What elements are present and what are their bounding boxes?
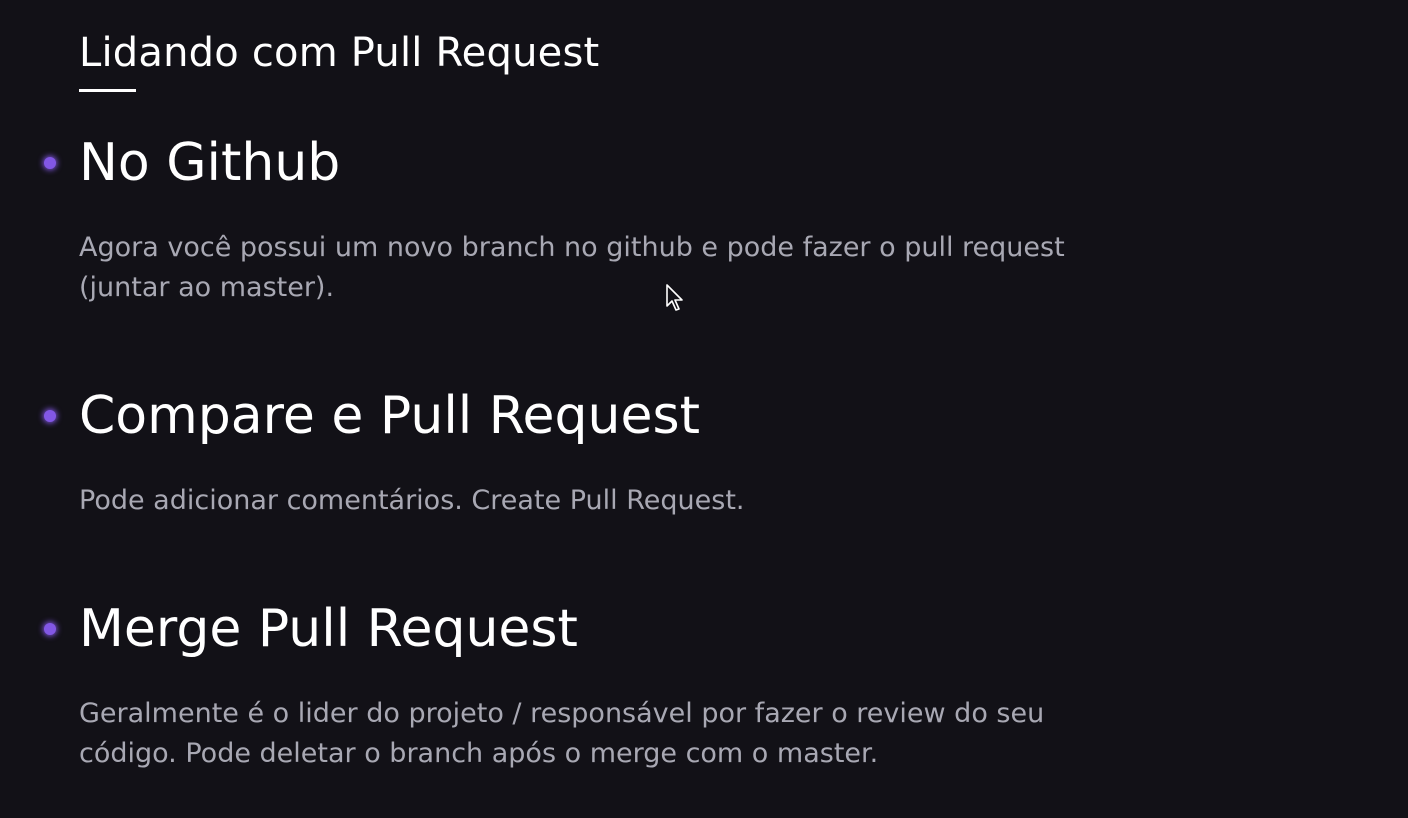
bullet-heading: No Github (79, 133, 341, 193)
bullet-dot-icon (44, 623, 56, 635)
bullet-description: Geralmente é o lider do projeto / respon… (79, 698, 1045, 769)
bullet-heading: Compare e Pull Request (79, 386, 700, 446)
title-underline (79, 89, 136, 92)
slide: Lidando com Pull Request No Github Agora… (0, 0, 1408, 818)
bullet-description: Pode adicionar comentários. Create Pull … (79, 485, 745, 516)
mouse-pointer-icon (666, 284, 683, 311)
bullet-heading: Merge Pull Request (79, 599, 578, 659)
bullet-dot-icon (44, 410, 56, 422)
bullet-description: Agora você possui um novo branch no gith… (79, 232, 1065, 303)
bullet-dot-icon (44, 157, 56, 169)
slide-title: Lidando com Pull Request (79, 30, 600, 76)
